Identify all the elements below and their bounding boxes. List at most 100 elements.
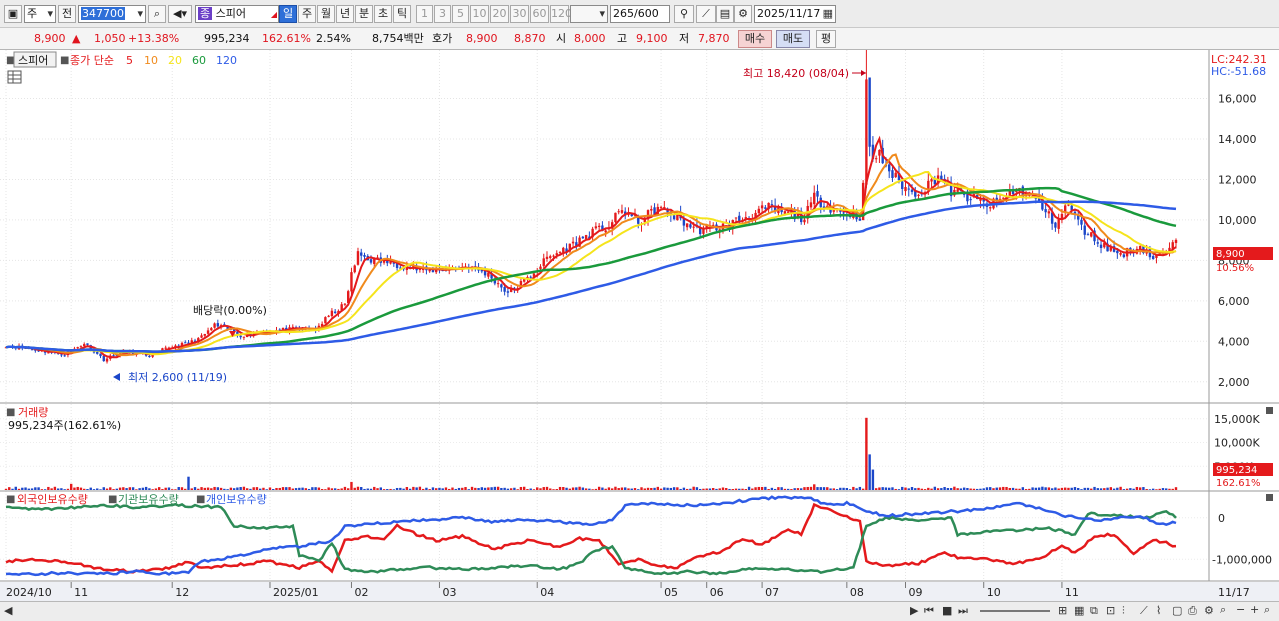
volume-bar — [79, 487, 83, 490]
zoom-in-icon[interactable]: + — [1250, 603, 1259, 616]
volume-bar — [780, 487, 783, 490]
candle-body — [878, 149, 881, 156]
interval-20-button[interactable]: 20 — [490, 5, 509, 23]
volume-bar — [171, 489, 174, 490]
volume-bar — [425, 487, 428, 490]
period-6-button[interactable]: 틱 — [393, 5, 411, 23]
date-field[interactable]: 2025/11/17 ▦ — [754, 5, 836, 23]
interval-120-button[interactable]: 120 — [550, 5, 572, 23]
buy-button[interactable]: 매수 — [738, 30, 772, 48]
period-3-button[interactable]: 년 — [336, 5, 354, 23]
table-view-icon[interactable] — [7, 70, 22, 84]
x-tick-label: 11 — [74, 586, 88, 599]
period-1-button[interactable]: 주 — [298, 5, 316, 23]
panel-close-icon[interactable] — [1266, 407, 1273, 414]
volume-bar — [575, 487, 578, 490]
volume-bar — [829, 488, 832, 490]
volume-bar — [643, 488, 646, 490]
candle-body — [1096, 242, 1099, 244]
volume-tag-text: 995,234 — [1216, 465, 1257, 476]
scroll-bar[interactable]: ◀ ▶ ⏮ ■ ⏭ ⊞ ▦ ⧉ ⊡ ⫶ ⟋ ⌇ ▢ ⎙ ⚙ ⌕ − + ⌕ — [0, 601, 1279, 621]
volume-bar — [956, 488, 959, 490]
volume-bar — [490, 487, 493, 490]
stop-icon[interactable]: ■ — [942, 604, 952, 617]
interval-3-button[interactable]: 3 — [434, 5, 451, 23]
scroll-left-icon[interactable]: ◀ — [4, 604, 12, 617]
volume-bar — [275, 487, 278, 490]
save-icon[interactable]: ▤ — [716, 5, 734, 23]
eval-button[interactable]: 평 — [816, 30, 836, 48]
grid-icon[interactable]: ⊞ — [1058, 604, 1067, 617]
volume-bar — [676, 487, 679, 490]
search-icon[interactable]: ⌕ — [148, 5, 166, 23]
settings-icon[interactable]: ⚙ — [1204, 604, 1214, 617]
volume-bar — [552, 489, 555, 490]
layout-icon[interactable]: ▣ — [4, 5, 22, 23]
indicator-icon[interactable]: ⚲ — [674, 5, 694, 23]
zoom-out-icon[interactable]: − — [1236, 603, 1245, 616]
volume-bar — [1077, 487, 1080, 490]
forward-icon[interactable]: ⏭ — [958, 604, 968, 618]
candle-body — [989, 207, 992, 209]
volume-bar — [125, 488, 128, 490]
volume-bar — [174, 489, 177, 490]
sound-icon[interactable]: ◀▾ — [168, 5, 192, 23]
zoom-slider[interactable] — [980, 610, 1050, 612]
volume-bar — [607, 487, 611, 490]
legend-ma-title: 종가 단순 — [70, 54, 114, 67]
line-tool-icon[interactable]: ⟋ — [1140, 604, 1148, 618]
draw-icon[interactable]: ⟋ — [696, 5, 716, 23]
copy-icon[interactable]: ⧉ — [1090, 604, 1098, 618]
scroll-right-icon[interactable]: ▶ — [910, 604, 918, 617]
zoom-reset-icon[interactable]: ⌕ — [1264, 603, 1270, 617]
period-4-button[interactable]: 분 — [355, 5, 373, 23]
period-0-button[interactable]: 일 — [279, 5, 297, 23]
interval-60-button[interactable]: 60 — [530, 5, 549, 23]
period-type-select[interactable]: 주 ▾ — [24, 5, 56, 23]
stock-chart[interactable]: 2,0004,0006,0008,00010,00012,00014,00016… — [0, 50, 1279, 603]
search-icon[interactable]: ⌕ — [1220, 603, 1226, 617]
print-icon[interactable]: ⎙ — [1188, 604, 1197, 618]
candle-body — [206, 330, 210, 334]
volume-bar — [27, 488, 31, 490]
interval-30-button[interactable]: 30 — [510, 5, 529, 23]
sell-button[interactable]: 매도 — [776, 30, 810, 48]
total-value: /600 — [634, 7, 659, 20]
volume-bar — [239, 487, 242, 490]
volume-bar — [1011, 487, 1015, 490]
chart-area[interactable]: 2,000 4,000 6,000 8,000 10,000 12,000 14,000 16… — [0, 50, 1279, 603]
interval-5-button[interactable]: 5 — [452, 5, 469, 23]
fit-icon[interactable]: ⊡ — [1106, 604, 1115, 617]
gear-icon[interactable]: ⚙ — [734, 5, 752, 23]
trend-icon[interactable]: ⌇ — [1156, 604, 1161, 617]
volume-bar — [698, 488, 702, 490]
rewind-icon[interactable]: ⏮ — [924, 604, 934, 618]
min-price-label: 최저 2,600 (11/19) — [128, 371, 227, 384]
panel-close-icon[interactable] — [1266, 494, 1273, 501]
volume-bar — [708, 488, 712, 490]
interval-10-button[interactable]: 10 — [470, 5, 489, 23]
volume-bar — [747, 486, 751, 490]
volume-bar — [702, 488, 705, 490]
stock-name-field[interactable]: 종 스피어 ◢ — [195, 5, 279, 23]
prev-button[interactable]: 전 — [58, 5, 76, 23]
interval-select[interactable]: ▾ — [570, 5, 608, 23]
current-price-tag-text: 8,900 — [1216, 249, 1245, 260]
candle-body — [604, 230, 607, 233]
vol-icon[interactable]: ⫶ — [1122, 604, 1125, 618]
volume-bar — [536, 487, 539, 490]
table-icon[interactable]: ▦ — [1074, 604, 1084, 617]
interval-1-button[interactable]: 1 — [416, 5, 433, 23]
stock-code-input[interactable]: 347700 ▾ — [78, 5, 146, 23]
volume-bar — [646, 487, 650, 490]
x-tick-label: 12 — [175, 586, 189, 599]
period-5-button[interactable]: 초 — [374, 5, 392, 23]
volume-bar — [754, 487, 757, 490]
period-2-button[interactable]: 월 — [317, 5, 335, 23]
volume-bar — [539, 488, 542, 490]
volume-bar — [682, 487, 686, 490]
volume-bar — [1067, 487, 1070, 490]
box-icon[interactable]: ▢ — [1172, 604, 1182, 617]
count-field[interactable]: 265/600 — [610, 5, 670, 23]
volume-bar — [333, 488, 337, 490]
